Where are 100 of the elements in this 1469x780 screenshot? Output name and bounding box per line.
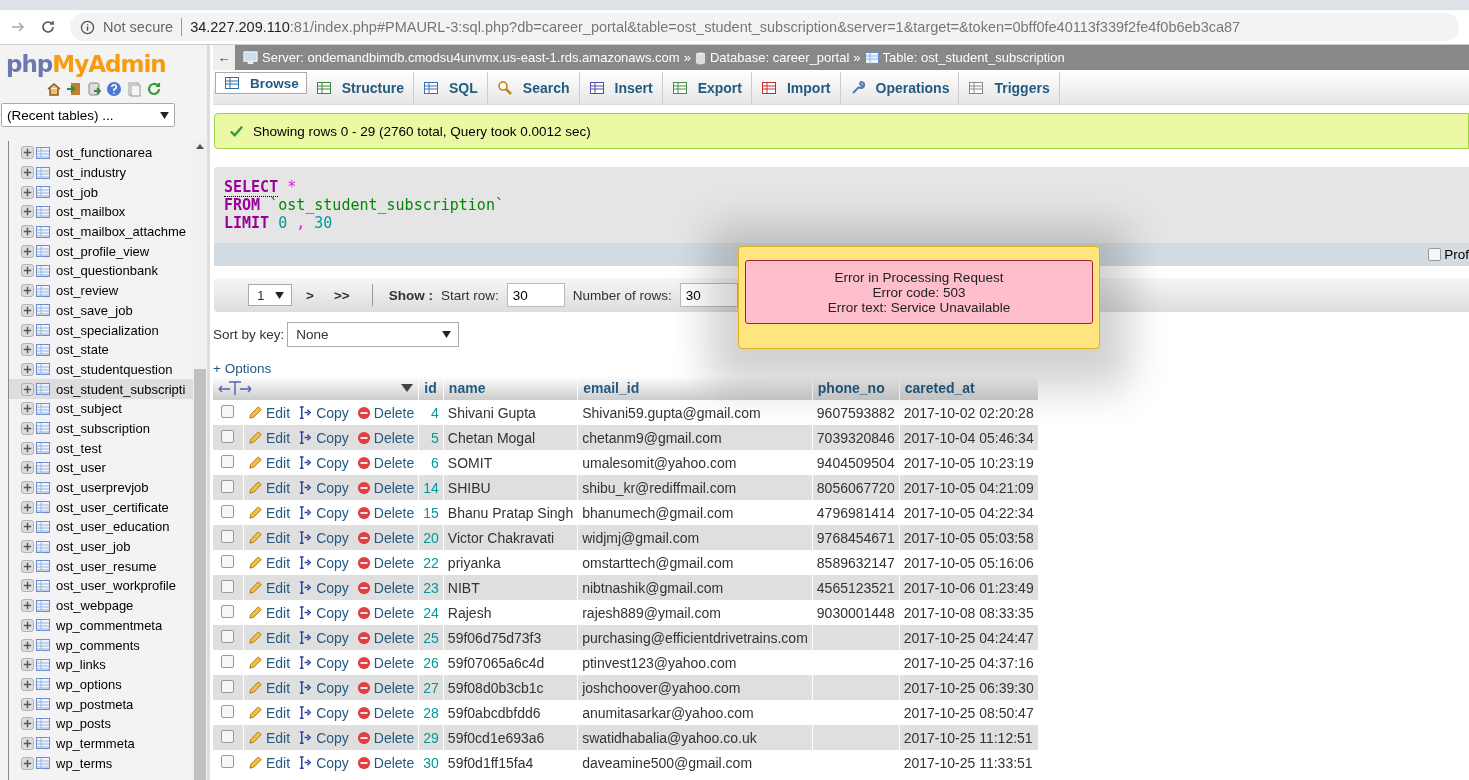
expand-icon[interactable] xyxy=(21,244,34,258)
expand-icon[interactable] xyxy=(21,382,34,396)
edit-link[interactable]: Edit xyxy=(248,479,291,496)
expand-icon[interactable] xyxy=(21,284,34,298)
table-list-item[interactable]: ost_user xyxy=(9,458,193,478)
edit-link[interactable]: Edit xyxy=(248,454,291,471)
expand-icon[interactable] xyxy=(21,441,34,455)
expand-icon[interactable] xyxy=(21,520,34,534)
scroll-up-icon[interactable] xyxy=(196,144,204,149)
table-list-item[interactable]: ost_user_resume xyxy=(9,556,193,577)
delete-link[interactable]: Delete xyxy=(356,704,415,721)
delete-link[interactable]: Delete xyxy=(356,429,415,446)
table-list-item[interactable]: ost_save_job xyxy=(9,300,193,321)
edit-link[interactable]: Edit xyxy=(248,729,291,746)
expand-icon[interactable] xyxy=(21,658,34,672)
tab[interactable]: Search xyxy=(487,72,580,104)
expand-icon[interactable] xyxy=(21,638,34,652)
edit-link[interactable]: Edit xyxy=(248,529,291,546)
home-icon[interactable] xyxy=(45,81,62,97)
expand-icon[interactable] xyxy=(21,481,34,495)
edit-link[interactable]: Edit xyxy=(248,404,291,421)
table-list-item[interactable]: ost_user_workprofile xyxy=(9,576,193,596)
expand-icon[interactable] xyxy=(21,540,34,554)
table-list-item[interactable]: ost_functionarea xyxy=(9,143,193,163)
help-icon[interactable] xyxy=(105,81,122,97)
expand-icon[interactable] xyxy=(21,756,34,770)
expand-icon[interactable] xyxy=(21,264,34,278)
edit-link[interactable]: Edit xyxy=(248,704,291,721)
expand-icon[interactable] xyxy=(21,599,34,613)
server-link[interactable]: Server: ondemandbimdb.cmodsu4unvmx.us-east-1.rds.amazonaws.com xyxy=(262,50,680,65)
table-list-item[interactable]: ost_specialization xyxy=(9,320,193,340)
edit-link[interactable]: Edit xyxy=(248,604,291,621)
delete-link[interactable]: Delete xyxy=(356,679,415,696)
dropdown-icon[interactable] xyxy=(401,384,414,392)
row-checkbox[interactable] xyxy=(221,604,234,618)
row-checkbox[interactable] xyxy=(221,504,234,518)
table-list-item[interactable]: wp_postmeta xyxy=(9,694,193,714)
info-icon[interactable] xyxy=(80,19,95,35)
number-of-rows-field[interactable]: 30 xyxy=(679,283,738,307)
expand-icon[interactable] xyxy=(21,166,34,180)
column-header[interactable]: careted_at xyxy=(899,376,1039,400)
expand-icon[interactable] xyxy=(21,205,34,219)
expand-icon[interactable] xyxy=(21,579,34,593)
reload-icon[interactable] xyxy=(145,81,162,97)
table-list-item[interactable]: ost_review xyxy=(9,280,193,301)
expand-icon[interactable] xyxy=(21,362,34,376)
table-list-item[interactable]: ost_mailbox_attachme xyxy=(9,221,193,242)
column-header[interactable]: phone_no xyxy=(812,376,900,400)
column-arrows-icon[interactable] xyxy=(218,380,252,396)
expand-icon[interactable] xyxy=(21,717,34,731)
expand-icon[interactable] xyxy=(21,146,34,160)
column-header[interactable]: id xyxy=(418,376,444,400)
tab[interactable]: Triggers xyxy=(959,72,1060,104)
copy-link[interactable]: Copy xyxy=(298,604,349,621)
delete-link[interactable]: Delete xyxy=(356,454,415,471)
delete-link[interactable]: Delete xyxy=(356,729,415,746)
table-list-item[interactable]: wp_comments xyxy=(9,635,193,655)
row-checkbox[interactable] xyxy=(221,479,234,493)
tab[interactable]: Structure xyxy=(306,72,414,104)
start-row-field[interactable]: 30 xyxy=(506,283,565,307)
expand-icon[interactable] xyxy=(21,323,34,337)
expand-icon[interactable] xyxy=(21,185,34,199)
table-list-item[interactable]: ost_studentquestion xyxy=(9,359,193,380)
edit-link[interactable]: Edit xyxy=(248,579,291,596)
row-checkbox[interactable] xyxy=(221,679,234,693)
edit-link[interactable]: Edit xyxy=(248,679,291,696)
row-checkbox[interactable] xyxy=(221,729,234,743)
expand-icon[interactable] xyxy=(21,697,34,711)
row-checkbox[interactable] xyxy=(221,404,234,418)
table-list-item[interactable]: ost_subscription xyxy=(9,418,193,439)
copy-link[interactable]: Copy xyxy=(298,429,349,446)
copy-link[interactable]: Copy xyxy=(298,629,349,646)
table-list-item[interactable]: ost_webpage xyxy=(9,595,193,616)
copy-link[interactable]: Copy xyxy=(298,404,349,421)
table-list-item[interactable]: ost_state xyxy=(9,339,193,360)
copy-link[interactable]: Copy xyxy=(298,554,349,571)
delete-link[interactable]: Delete xyxy=(356,554,415,571)
expand-icon[interactable] xyxy=(21,402,34,416)
expand-icon[interactable] xyxy=(21,618,34,632)
delete-link[interactable]: Delete xyxy=(356,604,415,621)
table-list-item[interactable]: ost_job xyxy=(9,182,193,203)
edit-link[interactable]: Edit xyxy=(248,754,291,771)
expand-icon[interactable] xyxy=(21,677,34,691)
recent-tables-dropdown[interactable]: (Recent tables) ... xyxy=(1,103,175,127)
logo[interactable]: phpMyAdmin xyxy=(0,45,207,77)
table-list-item[interactable]: wp_terms xyxy=(9,753,193,773)
expand-icon[interactable] xyxy=(21,500,34,514)
delete-link[interactable]: Delete xyxy=(356,529,415,546)
table-list-item[interactable]: wp_commentmeta xyxy=(9,615,193,636)
tab[interactable]: Import xyxy=(751,72,841,104)
expand-icon[interactable] xyxy=(21,343,34,357)
tab[interactable]: Browse xyxy=(215,72,307,94)
table-list-item[interactable]: ost_userprevjob xyxy=(9,477,193,498)
exit-icon[interactable] xyxy=(65,81,82,97)
table-list-item[interactable]: ost_mailbox xyxy=(9,202,193,222)
tab[interactable]: Insert xyxy=(579,72,663,104)
options-link[interactable]: + Options xyxy=(213,361,272,376)
delete-link[interactable]: Delete xyxy=(356,404,415,421)
sort-by-key-select[interactable]: None xyxy=(287,322,460,347)
table-list-item[interactable]: ost_student_subscripti xyxy=(9,379,193,399)
